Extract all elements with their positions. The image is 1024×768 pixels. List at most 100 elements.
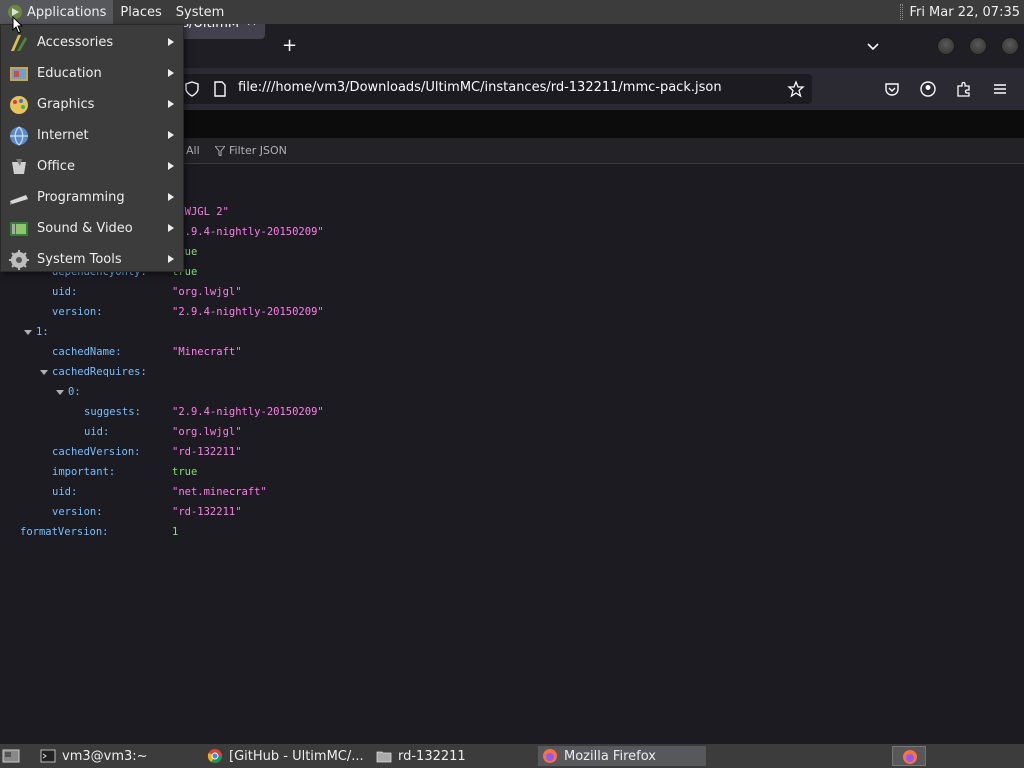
system-menu-label: System xyxy=(175,4,225,20)
json-row: suggests: "2.9.4-nightly-20150209" xyxy=(0,402,1024,422)
app-menu-item-accessories[interactable]: Accessories xyxy=(1,27,183,58)
json-key: cachedVersion: xyxy=(52,446,141,458)
json-row: formatVersion: 1 xyxy=(0,522,1024,542)
new-tab-button[interactable]: + xyxy=(282,35,297,56)
app-menu-item-system-tools[interactable]: System Tools xyxy=(1,244,183,275)
task-chrome[interactable]: [GitHub - UltimMC/... xyxy=(203,746,368,766)
json-key: uid: xyxy=(84,426,110,438)
workspace-1[interactable] xyxy=(892,746,926,766)
panel-separator xyxy=(900,4,904,20)
json-value: true xyxy=(172,466,198,478)
url-text: file:///home/vm3/Downloads/UltimMC/insta… xyxy=(238,80,722,95)
json-value: "Minecraft" xyxy=(172,346,242,358)
office-icon xyxy=(8,156,30,178)
json-key: cachedName: xyxy=(52,346,122,358)
app-menu-item-office[interactable]: Office xyxy=(1,151,183,182)
chrome-icon xyxy=(207,749,222,763)
submenu-arrow-icon xyxy=(168,131,174,139)
close-window-button[interactable] xyxy=(1001,37,1019,55)
json-value: "org.lwjgl" xyxy=(172,286,242,298)
json-value: "rd-132211" xyxy=(172,446,242,458)
maximize-button[interactable] xyxy=(969,37,987,55)
json-row: version: "rd-132211" xyxy=(0,502,1024,522)
expand-toggle-icon[interactable] xyxy=(56,390,64,395)
json-value: "net.minecraft" xyxy=(172,486,267,498)
app-menu-item-label: Office xyxy=(37,159,75,174)
applications-dropdown: Accessories Education Graphics Internet Offi… xyxy=(0,24,184,272)
submenu-arrow-icon xyxy=(168,224,174,232)
task-label: [GitHub - UltimMC/... xyxy=(229,748,364,764)
json-value: "2.9.4-nightly-20150209" xyxy=(172,406,324,418)
json-row: 1: xyxy=(0,322,1024,342)
json-value: "2.9.4-nightly-20150209" xyxy=(172,306,324,318)
accessories-icon xyxy=(8,32,30,54)
pocket-icon[interactable] xyxy=(883,80,901,98)
json-key: important: xyxy=(52,466,116,478)
system-menu[interactable]: System xyxy=(169,0,231,24)
app-menu-item-internet[interactable]: Internet xyxy=(1,120,183,151)
places-menu[interactable]: Places xyxy=(113,0,168,24)
bottom-taskbar: vm3@vm3:~ [GitHub - UltimMC/... rd-13221… xyxy=(0,744,1024,768)
submenu-arrow-icon xyxy=(168,162,174,170)
json-key: version: xyxy=(52,306,103,318)
expand-toggle-icon[interactable] xyxy=(24,330,32,335)
bookmark-star-icon[interactable] xyxy=(787,80,805,98)
json-value: 1 xyxy=(172,526,179,538)
system-tools-icon xyxy=(8,249,30,271)
json-row: cachedName: "Minecraft" xyxy=(0,342,1024,362)
hamburger-menu-icon[interactable] xyxy=(991,80,1009,98)
filter-json-placeholder: Filter JSON xyxy=(229,144,287,157)
json-row: uid: "net.minecraft" xyxy=(0,482,1024,502)
sound-video-icon xyxy=(8,218,30,240)
workspace-2[interactable] xyxy=(928,746,1022,766)
json-row: cachedVersion: "rd-132211" xyxy=(0,442,1024,462)
folder-icon xyxy=(376,751,392,763)
json-key: uid: xyxy=(52,286,78,298)
terminal-icon xyxy=(40,749,56,763)
collapse-all-button[interactable]: All xyxy=(186,144,200,157)
app-menu-item-label: Accessories xyxy=(37,35,114,50)
account-icon[interactable] xyxy=(919,80,937,98)
app-menu-item-label: Programming xyxy=(37,190,125,205)
submenu-arrow-icon xyxy=(168,69,174,77)
submenu-arrow-icon xyxy=(168,38,174,46)
page-icon xyxy=(214,81,226,97)
show-desktop-icon[interactable] xyxy=(2,748,20,764)
app-menu-item-programming[interactable]: Programming xyxy=(1,182,183,213)
task-terminal[interactable]: vm3@vm3:~ xyxy=(36,746,196,766)
mouse-cursor xyxy=(12,16,24,34)
list-all-tabs-icon[interactable] xyxy=(865,38,881,54)
task-label: Mozilla Firefox xyxy=(564,748,656,764)
app-menu-item-graphics[interactable]: Graphics xyxy=(1,89,183,120)
clock[interactable]: Fri Mar 22, 07:35 xyxy=(909,5,1020,20)
shield-icon[interactable] xyxy=(183,80,201,98)
json-row: version: "2.9.4-nightly-20150209" xyxy=(0,302,1024,322)
expand-toggle-icon[interactable] xyxy=(40,370,48,375)
firefox-icon xyxy=(543,749,557,763)
programming-icon xyxy=(8,187,30,209)
places-menu-label: Places xyxy=(120,4,162,20)
json-row: cachedRequires: xyxy=(0,362,1024,382)
json-key: version: xyxy=(52,506,103,518)
app-menu-item-label: Sound & Video xyxy=(37,221,133,236)
json-row: important: true xyxy=(0,462,1024,482)
top-panel: Applications Places System Fri Mar 22, 0… xyxy=(0,0,1024,24)
json-key: formatVersion: xyxy=(20,526,109,538)
graphics-icon xyxy=(8,94,30,116)
json-key: suggests: xyxy=(84,406,141,418)
submenu-arrow-icon xyxy=(168,255,174,263)
extensions-icon[interactable] xyxy=(955,80,973,98)
task-label: vm3@vm3:~ xyxy=(62,748,148,764)
app-menu-item-education[interactable]: Education xyxy=(1,58,183,89)
minimize-button[interactable] xyxy=(937,37,955,55)
firefox-mini-icon xyxy=(903,750,917,764)
panel-clock-area[interactable]: Fri Mar 22, 07:35 xyxy=(900,0,1020,24)
task-folder[interactable]: rd-132211 xyxy=(372,746,532,766)
internet-icon xyxy=(8,125,30,147)
app-menu-item-label: Education xyxy=(37,66,102,81)
json-key: cachedRequires: xyxy=(52,366,147,378)
task-firefox[interactable]: Mozilla Firefox xyxy=(538,746,706,766)
education-icon xyxy=(8,63,30,85)
app-menu-item-sound-video[interactable]: Sound & Video xyxy=(1,213,183,244)
filter-json-input[interactable]: Filter JSON xyxy=(215,144,287,157)
